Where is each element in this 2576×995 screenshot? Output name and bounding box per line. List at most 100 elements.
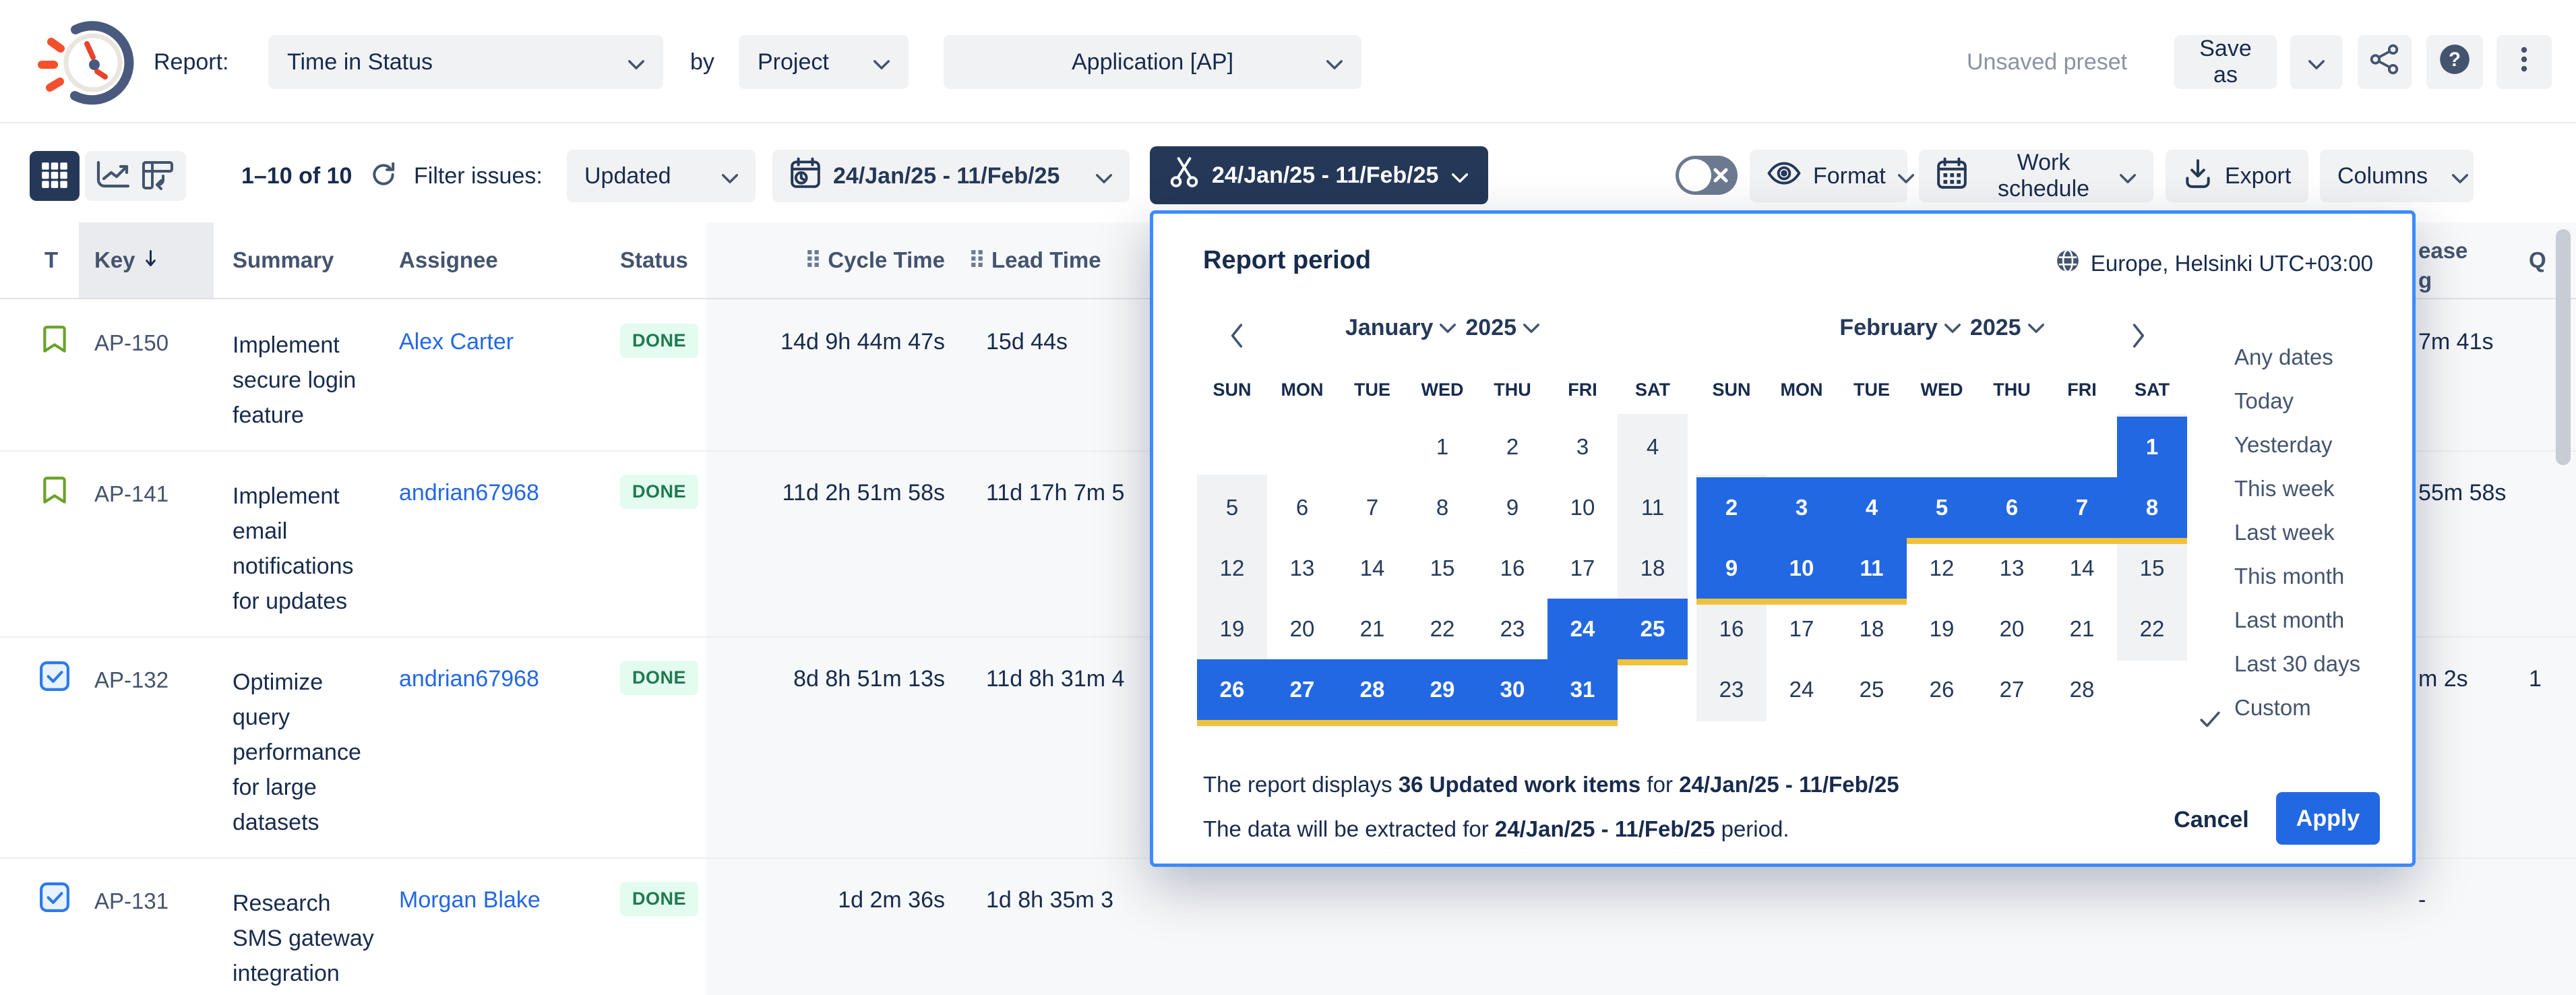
issue-assignee-link[interactable]: Alex Carter bbox=[399, 329, 514, 355]
issue-assignee-link[interactable]: Morgan Blake bbox=[399, 887, 541, 913]
issue-summary[interactable]: ResearchSMS gatewayintegrationoptions bbox=[233, 886, 374, 995]
calendar-day[interactable]: 14 bbox=[2047, 538, 2117, 599]
more-actions-button[interactable] bbox=[2496, 35, 2552, 89]
calendar-day[interactable]: 9 bbox=[1696, 538, 1767, 599]
calendar-day[interactable]: 28 bbox=[1337, 659, 1407, 720]
refresh-button[interactable] bbox=[369, 160, 398, 191]
calendar-day[interactable]: 6 bbox=[1977, 477, 2047, 538]
calendar-day[interactable]: 1 bbox=[2117, 417, 2187, 477]
issue-summary[interactable]: Optimizequeryperformancefor largedataset… bbox=[233, 665, 361, 840]
preset-option-this-week[interactable]: This week bbox=[2199, 466, 2415, 510]
preset-option-yesterday[interactable]: Yesterday bbox=[2199, 423, 2415, 466]
calendar-day[interactable]: 5 bbox=[1907, 477, 1977, 538]
share-button[interactable] bbox=[2358, 35, 2412, 89]
month-select[interactable]: January bbox=[1345, 315, 1456, 341]
issue-key[interactable]: AP-141 bbox=[94, 481, 168, 507]
calendar-day[interactable]: 13 bbox=[1977, 538, 2047, 599]
save-as-chevron-button[interactable] bbox=[2290, 35, 2343, 89]
calendar-day[interactable]: 22 bbox=[1407, 599, 1477, 659]
calendar-day[interactable]: 25 bbox=[1837, 659, 1907, 720]
pivot-view-button[interactable] bbox=[141, 160, 176, 193]
export-button[interactable]: Export bbox=[2166, 150, 2308, 202]
issue-summary[interactable]: Implementsecure loginfeature bbox=[233, 328, 356, 433]
calendar-day[interactable]: 12 bbox=[1907, 538, 1977, 599]
calendar-day[interactable]: 12 bbox=[1197, 538, 1267, 599]
preset-option-this-month[interactable]: This month bbox=[2199, 554, 2415, 598]
calendar-day[interactable]: 17 bbox=[1547, 538, 1618, 599]
calendar-day[interactable]: 19 bbox=[1197, 599, 1267, 659]
calendar-day[interactable]: 14 bbox=[1337, 538, 1407, 599]
calendar-day[interactable]: 17 bbox=[1767, 599, 1837, 659]
issue-key[interactable]: AP-150 bbox=[94, 330, 168, 356]
preset-option-custom[interactable]: Custom bbox=[2199, 686, 2415, 729]
calendar-day[interactable]: 16 bbox=[1477, 538, 1547, 599]
calendar-day[interactable]: 8 bbox=[1407, 477, 1477, 538]
preset-option-any-dates[interactable]: Any dates bbox=[2199, 335, 2415, 379]
calendar-day[interactable]: 2 bbox=[1696, 477, 1767, 538]
calendar-day[interactable]: 24 bbox=[1547, 599, 1618, 659]
calendar-day[interactable]: 11 bbox=[1837, 538, 1907, 599]
year-select[interactable]: 2025 bbox=[1465, 315, 1539, 341]
calendar-day[interactable]: 30 bbox=[1477, 659, 1547, 720]
calendar-day[interactable]: 22 bbox=[2117, 599, 2187, 659]
percent-toggle[interactable] bbox=[1676, 156, 1738, 195]
calendar-day[interactable]: 10 bbox=[1547, 477, 1618, 538]
work-schedule-button[interactable]: Work schedule bbox=[1919, 150, 2153, 202]
group-by-select[interactable]: Project bbox=[739, 35, 909, 89]
calendar-day[interactable]: 28 bbox=[2047, 659, 2117, 720]
calendar-day[interactable]: 24 bbox=[1767, 659, 1837, 720]
filter-field-select[interactable]: Updated bbox=[567, 150, 756, 202]
calendar-day[interactable]: 15 bbox=[2117, 538, 2187, 599]
calendar-day[interactable]: 26 bbox=[1197, 659, 1267, 720]
chart-view-button[interactable] bbox=[95, 160, 131, 193]
preset-option-last-30-days[interactable]: Last 30 days bbox=[2199, 642, 2415, 686]
scope-select[interactable]: Application [AP] bbox=[944, 35, 1361, 89]
col-header-type[interactable]: T bbox=[44, 222, 58, 298]
col-header-summary[interactable]: Summary bbox=[233, 222, 334, 298]
calendar-day[interactable]: 20 bbox=[1267, 599, 1337, 659]
calendar-day[interactable]: 3 bbox=[1547, 417, 1618, 477]
calendar-day[interactable]: 27 bbox=[1977, 659, 2047, 720]
calendar-day[interactable]: 5 bbox=[1197, 477, 1267, 538]
calendar-day[interactable]: 6 bbox=[1267, 477, 1337, 538]
col-header-assignee[interactable]: Assignee bbox=[399, 222, 498, 298]
calendar-day[interactable]: 9 bbox=[1477, 477, 1547, 538]
columns-button[interactable]: Columns bbox=[2320, 150, 2474, 202]
calendar-day[interactable]: 26 bbox=[1907, 659, 1977, 720]
calendar-day[interactable]: 13 bbox=[1267, 538, 1337, 599]
calendar-day[interactable]: 23 bbox=[1696, 659, 1767, 720]
calendar-day[interactable]: 29 bbox=[1407, 659, 1477, 720]
calendar-day[interactable]: 1 bbox=[1407, 417, 1477, 477]
issue-key[interactable]: AP-131 bbox=[94, 888, 168, 914]
preset-option-last-month[interactable]: Last month bbox=[2199, 598, 2415, 642]
cancel-button[interactable]: Cancel bbox=[2164, 795, 2259, 845]
calendar-day[interactable]: 20 bbox=[1977, 599, 2047, 659]
calendar-day[interactable]: 21 bbox=[2047, 599, 2117, 659]
calendar-day[interactable]: 4 bbox=[1618, 417, 1688, 477]
col-header-cycle-time[interactable]: Cycle Time bbox=[714, 222, 945, 298]
calendar-day[interactable]: 21 bbox=[1337, 599, 1407, 659]
calendar-day[interactable]: 15 bbox=[1407, 538, 1477, 599]
calendar-day[interactable]: 27 bbox=[1267, 659, 1337, 720]
format-button[interactable]: Format bbox=[1750, 150, 1907, 202]
date-range-select[interactable]: 24/Jan/25 - 11/Feb/25 bbox=[772, 150, 1130, 202]
trim-period-select[interactable]: 24/Jan/25 - 11/Feb/25 bbox=[1150, 146, 1488, 204]
issue-assignee-link[interactable]: andrian67968 bbox=[399, 480, 539, 506]
table-view-button[interactable] bbox=[30, 151, 80, 201]
calendar-day[interactable]: 31 bbox=[1547, 659, 1618, 720]
calendar-day[interactable]: 3 bbox=[1767, 477, 1837, 538]
calendar-day[interactable]: 23 bbox=[1477, 599, 1547, 659]
calendar-day[interactable]: 16 bbox=[1696, 599, 1767, 659]
issue-summary[interactable]: Implementemailnotificationsfor updates bbox=[233, 479, 354, 619]
issue-assignee-link[interactable]: andrian67968 bbox=[399, 666, 539, 692]
col-header-key[interactable]: Key bbox=[94, 222, 158, 298]
calendar-day[interactable]: 25 bbox=[1618, 599, 1688, 659]
calendar-day[interactable]: 8 bbox=[2117, 477, 2187, 538]
calendar-day[interactable]: 4 bbox=[1837, 477, 1907, 538]
col-header-lead-time[interactable]: Lead Time bbox=[971, 222, 1101, 298]
calendar-day[interactable]: 11 bbox=[1618, 477, 1688, 538]
calendar-day[interactable]: 10 bbox=[1767, 538, 1837, 599]
month-select[interactable]: February bbox=[1839, 315, 1961, 341]
apply-button[interactable]: Apply bbox=[2276, 792, 2380, 845]
calendar-day[interactable]: 7 bbox=[1337, 477, 1407, 538]
